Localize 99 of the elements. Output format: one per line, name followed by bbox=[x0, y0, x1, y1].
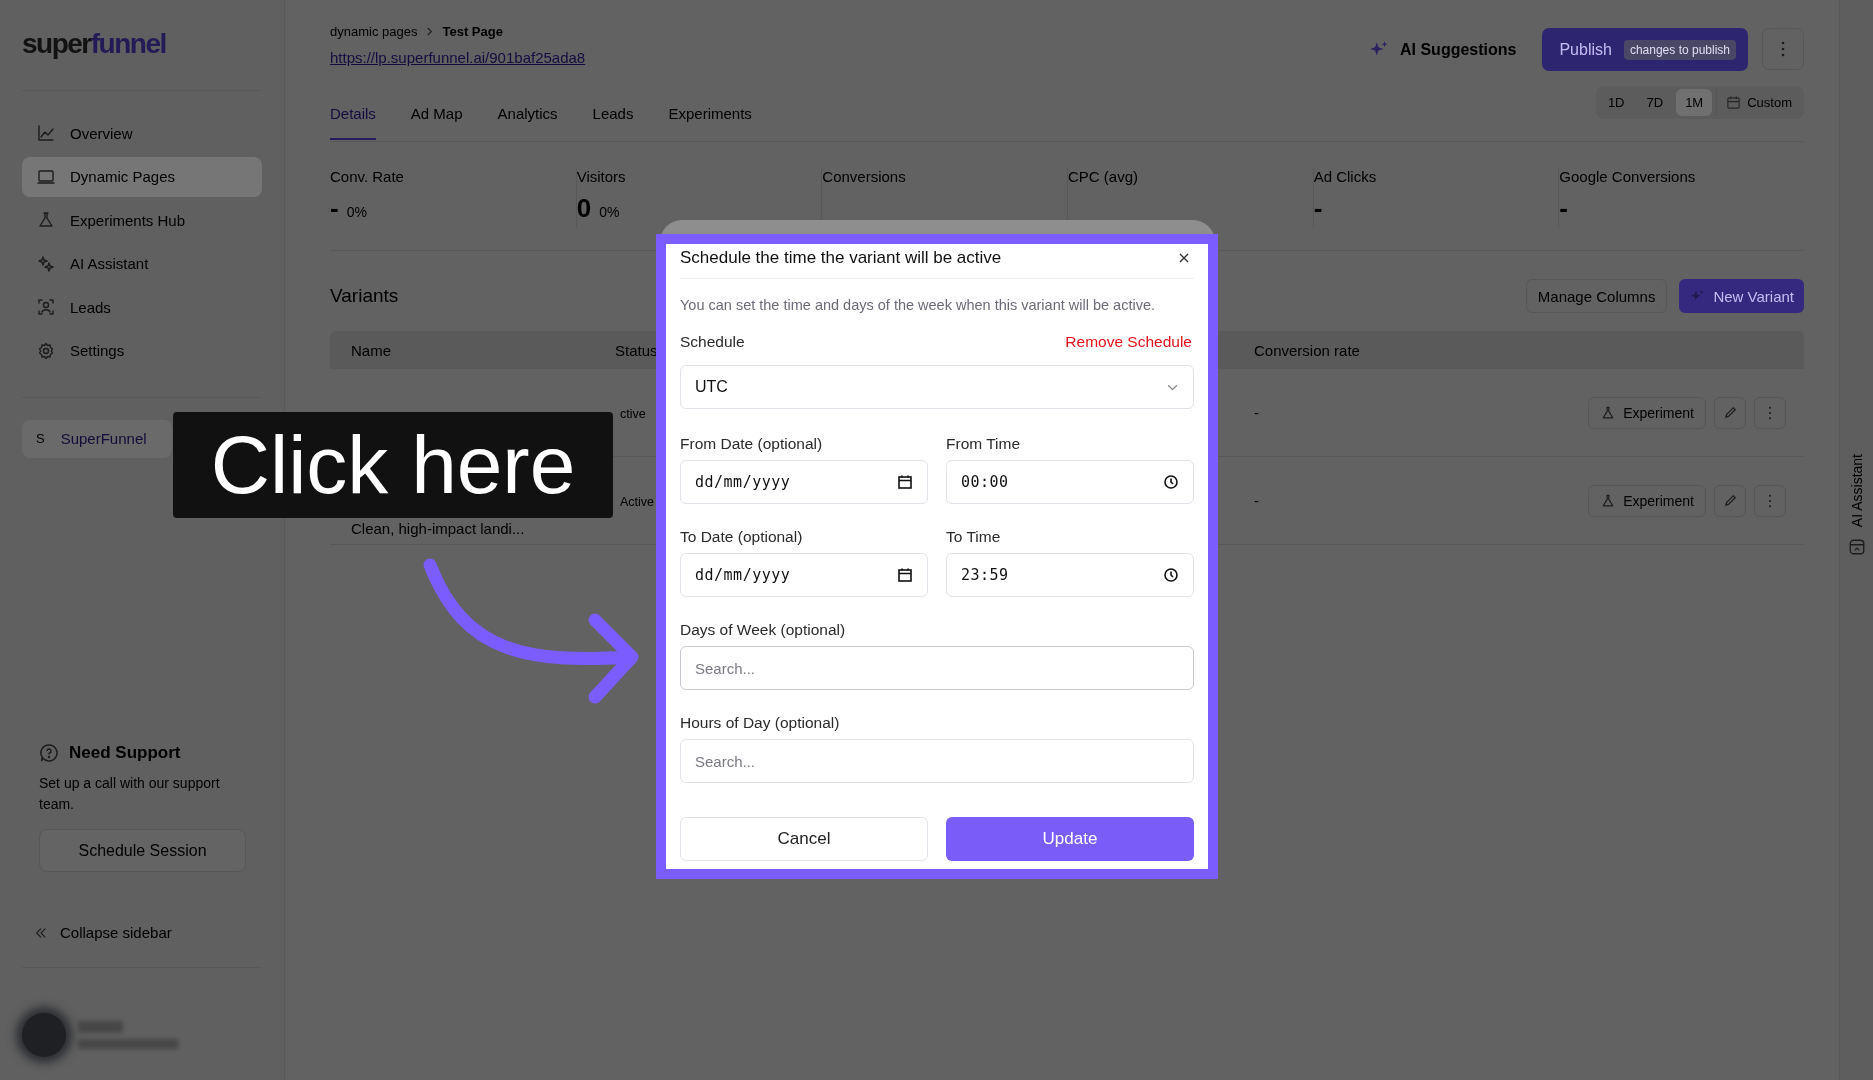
tab[interactable]: Details bbox=[330, 105, 376, 140]
stat-value: 0 bbox=[576, 193, 592, 224]
tab[interactable]: Experiments bbox=[668, 105, 752, 140]
cancel-button[interactable]: Cancel bbox=[680, 817, 928, 861]
column-header: Conversion rate bbox=[1254, 341, 1360, 359]
tab[interactable]: Leads bbox=[592, 105, 634, 140]
ai-suggestions-button[interactable]: AI Suggestions bbox=[1368, 39, 1517, 61]
collapse-sidebar-link[interactable]: Collapse sidebar bbox=[34, 924, 262, 941]
close-icon[interactable] bbox=[1178, 252, 1190, 264]
stat-value: - bbox=[330, 193, 339, 224]
nav-item[interactable]: Dynamic Pages bbox=[22, 156, 262, 197]
more-icon bbox=[1781, 41, 1785, 57]
more-button[interactable] bbox=[1762, 28, 1804, 70]
custom-range-button[interactable]: Custom bbox=[1716, 89, 1801, 116]
time-input[interactable]: 00:00 bbox=[946, 460, 1194, 504]
stat-label: Google Conversions bbox=[1559, 168, 1697, 185]
chart-icon bbox=[36, 123, 56, 143]
ai-assistant-panel-tab[interactable]: AI Assistant bbox=[1839, 0, 1873, 1080]
more-icon bbox=[1768, 493, 1772, 508]
more-icon bbox=[1768, 405, 1772, 420]
range-option[interactable]: 7D bbox=[1637, 89, 1673, 116]
support-title: Need Support bbox=[69, 743, 181, 763]
avatar bbox=[22, 1013, 66, 1057]
tab[interactable]: Ad Map bbox=[410, 105, 463, 140]
table-cell: - bbox=[1254, 403, 1259, 421]
days-search-field[interactable]: Search... bbox=[680, 646, 1194, 690]
stat-change: 0% bbox=[346, 204, 367, 220]
help-icon bbox=[39, 743, 59, 763]
range-option[interactable]: 1M bbox=[1676, 89, 1713, 116]
dialog-title: Schedule the time the variant will be active bbox=[680, 248, 1002, 268]
nav-item[interactable]: Overview bbox=[22, 113, 262, 153]
clock-icon bbox=[1163, 474, 1179, 490]
panel-icon bbox=[1847, 537, 1866, 556]
experiment-button[interactable]: Experiment bbox=[1588, 484, 1706, 517]
stat-value: - bbox=[1313, 193, 1323, 224]
variant-description: Clean, high-impact landi... bbox=[351, 520, 525, 537]
timezone-select[interactable]: UTC bbox=[680, 365, 1194, 409]
remove-schedule-link[interactable]: Remove Schedule bbox=[1065, 333, 1192, 351]
column-header: Name bbox=[350, 341, 391, 359]
calendar-icon bbox=[1726, 95, 1742, 110]
experiment-button[interactable]: Experiment bbox=[1588, 396, 1706, 429]
user-scan-icon bbox=[36, 297, 56, 317]
nav-item[interactable]: Settings bbox=[22, 330, 262, 371]
date-input[interactable]: dd/mm/yyyy bbox=[680, 553, 928, 597]
field-label: Days of Week (optional) bbox=[680, 621, 847, 639]
clock-icon bbox=[1163, 567, 1179, 583]
pencil-icon bbox=[1722, 493, 1738, 508]
nav-item[interactable]: Leads bbox=[22, 287, 262, 327]
double-chevron-icon bbox=[34, 925, 48, 940]
page-url-link[interactable]: https://lp.superfunnel.ai/901baf25ada8 bbox=[330, 49, 586, 66]
edit-button[interactable] bbox=[1714, 484, 1746, 517]
field-label: To Time bbox=[946, 528, 1002, 546]
stat-change: 0% bbox=[599, 204, 620, 220]
column-header: Status bbox=[615, 341, 658, 359]
flask-icon bbox=[36, 210, 56, 230]
field-label: From Date (optional) bbox=[680, 435, 824, 453]
stat-label: CPC (avg) bbox=[1068, 168, 1139, 185]
update-button[interactable]: Update bbox=[946, 817, 1194, 861]
sparkle-icon bbox=[36, 253, 56, 274]
tab[interactable]: Analytics bbox=[497, 105, 558, 140]
edit-button[interactable] bbox=[1714, 396, 1746, 429]
nav-item[interactable]: Experiments Hub bbox=[22, 200, 262, 240]
more-button[interactable] bbox=[1754, 396, 1786, 429]
manage-columns-button[interactable]: Manage Columns bbox=[1525, 279, 1668, 313]
schedule-session-button[interactable]: Schedule Session bbox=[39, 829, 246, 872]
workspace-item[interactable]: S SuperFunnel bbox=[22, 419, 172, 458]
status-text: Active bbox=[620, 494, 655, 509]
support-text: Set up a call with our support team. bbox=[39, 774, 221, 814]
field-label: From Time bbox=[946, 435, 1022, 453]
annotation-label: Click here bbox=[173, 412, 613, 518]
logo: superfunnel bbox=[22, 28, 166, 61]
calendar-icon bbox=[897, 474, 913, 490]
nav-item[interactable]: AI Assistant bbox=[22, 243, 262, 284]
settings-icon bbox=[36, 340, 56, 361]
date-input[interactable]: dd/mm/yyyy bbox=[680, 460, 928, 504]
pencil-icon bbox=[1722, 405, 1738, 420]
field-label: Schedule bbox=[680, 333, 745, 351]
chevron-right-icon bbox=[425, 27, 435, 36]
table-cell: - bbox=[1254, 491, 1259, 509]
breadcrumb-link[interactable]: dynamic pages bbox=[330, 24, 418, 39]
dialog-description: You can set the time and days of the week when this variant will be active. bbox=[680, 297, 1156, 313]
stat-label: Conversions bbox=[822, 168, 907, 185]
stat-label: Visitors bbox=[576, 168, 627, 185]
field-label: Hours of Day (optional) bbox=[680, 714, 841, 732]
changes-badge: changes to publish bbox=[1623, 39, 1736, 60]
breadcrumb-current: Test Page bbox=[442, 24, 503, 39]
publish-button[interactable]: Publish changes to publish bbox=[1542, 28, 1748, 71]
new-variant-button[interactable]: New Variant bbox=[1679, 279, 1804, 313]
time-input[interactable]: 23:59 bbox=[946, 553, 1194, 597]
calendar-icon bbox=[897, 567, 913, 583]
stat-value: - bbox=[1559, 193, 1568, 224]
stat-label: Ad Clicks bbox=[1313, 168, 1378, 185]
field-label: To Date (optional) bbox=[680, 528, 804, 546]
range-option[interactable]: 1D bbox=[1598, 89, 1634, 116]
status-text: ctive bbox=[620, 406, 646, 421]
section-title: Variants bbox=[330, 285, 399, 307]
stat-label: Conv. Rate bbox=[330, 168, 405, 185]
hours-search-field[interactable]: Search... bbox=[680, 739, 1194, 783]
more-button[interactable] bbox=[1754, 484, 1786, 517]
